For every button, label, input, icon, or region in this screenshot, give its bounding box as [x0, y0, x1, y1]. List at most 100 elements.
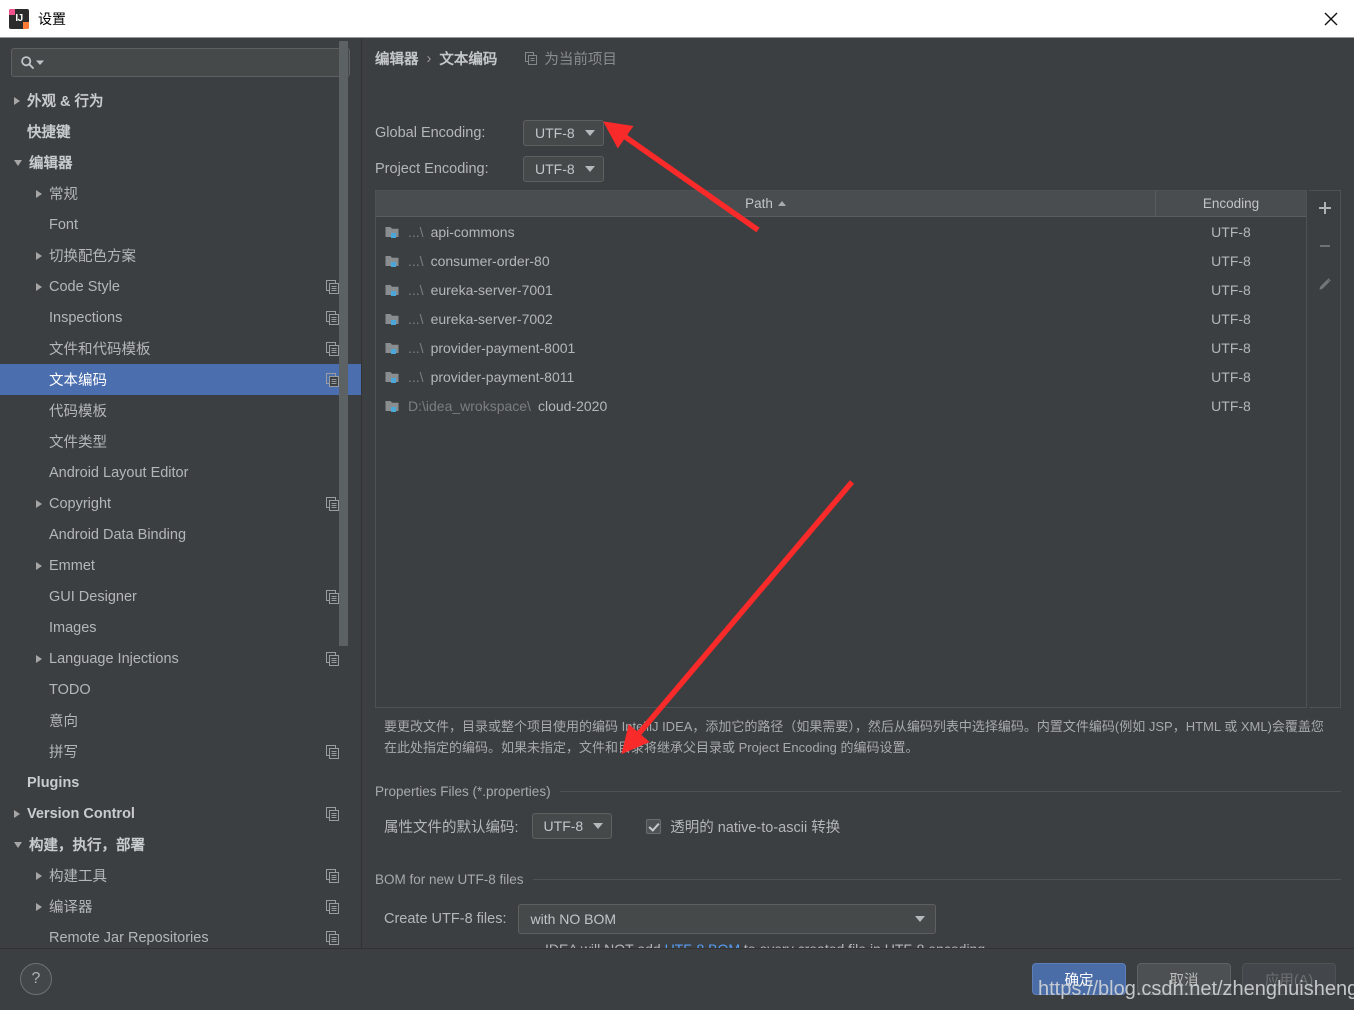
breadcrumb-parent[interactable]: 编辑器 — [375, 48, 419, 69]
properties-default-encoding-value: UTF-8 — [543, 818, 584, 834]
table-cell-encoding[interactable]: UTF-8 — [1156, 340, 1306, 356]
chevron-right-icon[interactable] — [36, 499, 42, 508]
sidebar-item-26[interactable]: 编译器 — [0, 891, 362, 922]
table-cell-path-name: eureka-server-7002 — [430, 310, 553, 327]
sidebar-item-label: Android Data Binding — [49, 526, 187, 543]
search-box[interactable] — [11, 48, 350, 77]
sidebar-item-8[interactable]: 文件和代码模板 — [0, 333, 362, 364]
sidebar-item-9[interactable]: 文本编码 — [0, 364, 362, 395]
help-button[interactable]: ? — [20, 963, 52, 995]
sidebar-item-10[interactable]: 代码模板 — [0, 395, 362, 426]
sidebar-item-12[interactable]: Android Layout Editor — [0, 457, 362, 488]
close-window-button[interactable] — [1308, 0, 1354, 37]
table-row[interactable]: ...\ api-commons UTF-8 — [376, 217, 1306, 246]
sidebar-item-19[interactable]: TODO — [0, 674, 362, 705]
native-to-ascii-label: 透明的 native-to-ascii 转换 — [670, 819, 841, 836]
properties-default-encoding-select[interactable]: UTF-8 — [531, 813, 613, 839]
table-cell-path-prefix: ...\ — [408, 281, 424, 298]
sidebar-item-15[interactable]: Emmet — [0, 550, 362, 581]
table-cell-path-prefix: D:\idea_wrokspace\ — [408, 397, 531, 414]
column-header-encoding[interactable]: Encoding — [1156, 191, 1306, 216]
project-scope-label: 为当前项目 — [544, 52, 617, 68]
chevron-right-icon[interactable] — [36, 561, 42, 570]
column-header-path[interactable]: Path — [376, 191, 1156, 216]
sidebar-item-2[interactable]: 编辑器 — [0, 147, 362, 178]
sidebar-item-11[interactable]: 文件类型 — [0, 426, 362, 457]
encoding-description: 要更改文件，目录或整个项目使用的编码 IntelliJ IDEA，添加它的路径（… — [384, 719, 1324, 755]
sidebar-item-16[interactable]: GUI Designer — [0, 581, 362, 612]
sidebar-item-27[interactable]: Remote Jar Repositories — [0, 922, 362, 948]
search-icon — [20, 55, 44, 70]
table-cell-encoding[interactable]: UTF-8 — [1156, 369, 1306, 385]
sidebar-item-3[interactable]: 常规 — [0, 178, 362, 209]
table-row[interactable]: ...\ consumer-order-80 UTF-8 — [376, 246, 1306, 275]
chevron-right-icon[interactable] — [36, 251, 42, 260]
table-row[interactable]: ...\ eureka-server-7002 UTF-8 — [376, 304, 1306, 333]
table-cell-path-prefix: ...\ — [408, 339, 424, 356]
breadcrumb-separator: › — [426, 50, 432, 67]
sidebar-scrollbar-track[interactable] — [339, 38, 355, 901]
table-cell-encoding[interactable]: UTF-8 — [1156, 224, 1306, 240]
sidebar-item-7[interactable]: Inspections — [0, 302, 362, 333]
sidebar-item-22[interactable]: Plugins — [0, 767, 362, 798]
create-utf8-files-row: Create UTF-8 files: with NO BOM — [384, 904, 937, 934]
table-cell-path-name: provider-payment-8001 — [430, 339, 576, 356]
table-cell-path-prefix: ...\ — [408, 310, 424, 327]
table-cell-encoding[interactable]: UTF-8 — [1156, 311, 1306, 327]
table-cell-encoding[interactable]: UTF-8 — [1156, 398, 1306, 414]
chevron-right-icon[interactable] — [14, 809, 20, 818]
sidebar-item-4[interactable]: Font — [0, 209, 362, 240]
table-row[interactable]: ...\ provider-payment-8001 UTF-8 — [376, 333, 1306, 362]
copy-settings-icon — [326, 341, 339, 356]
chevron-right-icon[interactable] — [36, 282, 42, 291]
global-encoding-select[interactable]: UTF-8 — [523, 120, 604, 146]
settings-tree[interactable]: 外观 & 行为 快捷键编辑器 常规 Font 切换配色方案 Code Style Inspe… — [0, 85, 362, 948]
sidebar-item-6[interactable]: Code Style — [0, 271, 362, 302]
sidebar-item-17[interactable]: Images — [0, 612, 362, 643]
sidebar-item-label: 快捷键 — [27, 125, 71, 141]
chevron-right-icon[interactable] — [36, 902, 42, 911]
sidebar-item-21[interactable]: 拼写 — [0, 736, 362, 767]
sidebar-item-1[interactable]: 快捷键 — [0, 116, 362, 147]
sidebar-item-25[interactable]: 构建工具 — [0, 860, 362, 891]
sidebar-scrollbar-thumb[interactable] — [339, 41, 348, 646]
table-row[interactable]: ...\ provider-payment-8011 UTF-8 — [376, 362, 1306, 391]
chevron-right-icon[interactable] — [36, 654, 42, 663]
table-row[interactable]: ...\ eureka-server-7001 UTF-8 — [376, 275, 1306, 304]
table-cell-encoding[interactable]: UTF-8 — [1156, 282, 1306, 298]
add-path-button[interactable] — [1311, 195, 1339, 221]
sidebar-item-0[interactable]: 外观 & 行为 — [0, 85, 362, 116]
remove-path-button[interactable] — [1311, 233, 1339, 259]
search-input[interactable] — [44, 54, 349, 71]
sidebar-item-label: 外观 & 行为 — [27, 94, 104, 110]
table-cell-encoding[interactable]: UTF-8 — [1156, 253, 1306, 269]
edit-path-button[interactable] — [1311, 271, 1339, 297]
project-encoding-select[interactable]: UTF-8 — [523, 156, 604, 182]
sidebar-item-24[interactable]: 构建，执行，部署 — [0, 829, 362, 860]
chevron-down-icon[interactable] — [14, 159, 22, 166]
chevron-right-icon[interactable] — [36, 189, 42, 198]
sidebar-item-20[interactable]: 意向 — [0, 705, 362, 736]
sidebar-item-23[interactable]: Version Control — [0, 798, 362, 829]
sidebar-item-14[interactable]: Android Data Binding — [0, 519, 362, 550]
chevron-down-icon[interactable] — [14, 841, 22, 848]
sidebar-item-label: Language Injections — [49, 650, 179, 667]
copy-settings-icon — [326, 744, 339, 759]
sidebar-item-18[interactable]: Language Injections — [0, 643, 362, 674]
copy-settings-icon — [326, 496, 339, 511]
breadcrumb: 编辑器 › 文本编码 为当前项目 — [375, 48, 617, 69]
settings-main-panel: 编辑器 › 文本编码 为当前项目 Global Encoding: UTF-8 … — [362, 38, 1354, 957]
sidebar-item-13[interactable]: Copyright — [0, 488, 362, 519]
copy-settings-icon — [326, 589, 339, 604]
table-row[interactable]: D:\idea_wrokspace\ cloud-2020 UTF-8 — [376, 391, 1306, 420]
sidebar-item-5[interactable]: 切换配色方案 — [0, 240, 362, 271]
sidebar-item-label: Images — [49, 619, 97, 636]
native-to-ascii-checkbox[interactable]: 透明的 native-to-ascii 转换 — [646, 816, 840, 837]
bom-group-header: BOM for new UTF-8 files — [375, 872, 1341, 887]
group-divider — [559, 791, 1341, 792]
chevron-right-icon[interactable] — [14, 96, 20, 105]
chevron-right-icon[interactable] — [36, 871, 42, 880]
create-utf8-files-select[interactable]: with NO BOM — [518, 904, 937, 934]
